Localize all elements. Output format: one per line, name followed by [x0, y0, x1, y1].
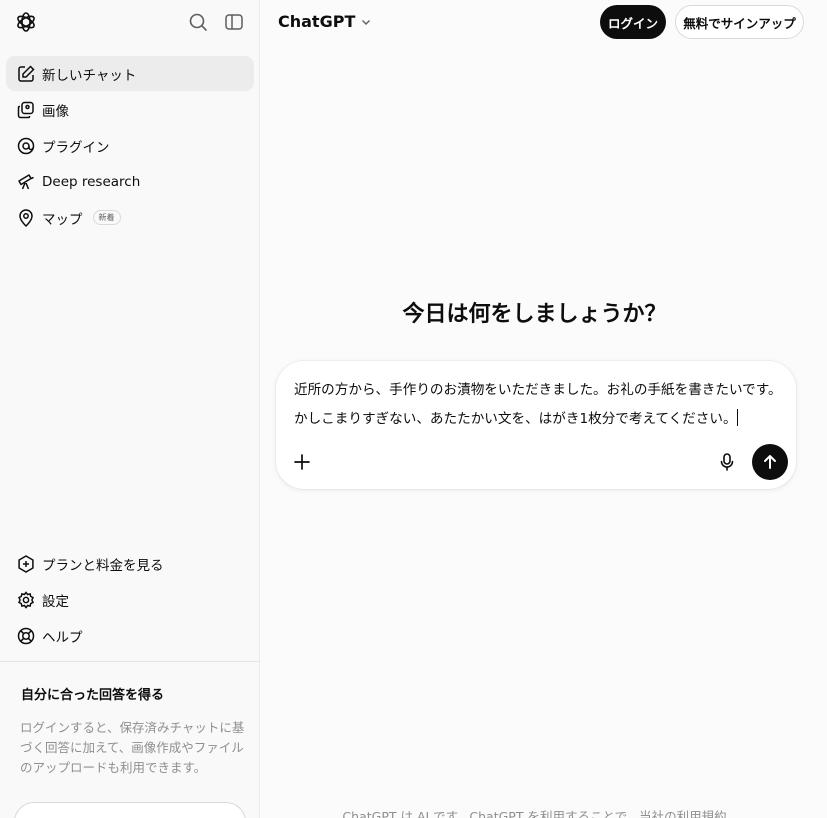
sidebar-item-new-chat[interactable]: 新しいチャット — [6, 56, 254, 91]
gear-icon — [18, 590, 34, 609]
sidebar-item-plans[interactable]: プランと料金を見る — [6, 546, 254, 581]
sidebar-item-label: 設定 — [42, 593, 69, 610]
app-window: 新しいチャット 画像 プラグイン Deep research マップ 新着 プラ… — [0, 0, 827, 818]
sidebar-header — [0, 0, 260, 46]
prompt-text: 近所の方から、手作りのお漬物をいただきました。お礼の手紙を書きたいです。かしこま… — [294, 382, 782, 427]
login-button[interactable]: ログイン — [600, 5, 666, 39]
map-pin-icon — [19, 208, 33, 227]
main-area: ChatGPT ログイン 無料でサインアップ 今日は何をしましょうか？ 近所の方… — [260, 0, 827, 818]
search-icon[interactable] — [187, 11, 209, 33]
sidebar-bottom-nav: プランと料金を見る 設定 ヘルプ — [6, 546, 254, 654]
plugin-icon — [17, 137, 35, 154]
images-icon — [17, 101, 34, 118]
promo-login-button[interactable] — [14, 802, 246, 818]
sidebar-item-settings[interactable]: 設定 — [6, 582, 254, 617]
send-button[interactable] — [752, 444, 788, 480]
sidebar: 新しいチャット 画像 プラグイン Deep research マップ 新着 プラ… — [0, 0, 260, 818]
promo-title: 自分に合った回答を得る — [21, 688, 165, 703]
sidebar-item-label: 画像 — [42, 103, 69, 120]
microphone-icon[interactable] — [716, 451, 738, 473]
sidebar-divider — [0, 661, 260, 662]
sidebar-item-label: マップ — [42, 211, 83, 228]
sidebar-item-label: ヘルプ — [42, 629, 83, 646]
plus-icon[interactable] — [291, 451, 313, 473]
sidebar-item-label: Deep research — [42, 173, 141, 190]
openai-logo-icon[interactable] — [14, 10, 38, 34]
text-caret — [736, 409, 738, 426]
signup-button[interactable]: 無料でサインアップ — [675, 5, 804, 39]
model-selector[interactable]: ChatGPT — [278, 12, 372, 31]
sidebar-toggle-icon[interactable] — [223, 11, 245, 33]
sidebar-item-plugins[interactable]: プラグイン — [6, 128, 254, 163]
sidebar-item-help[interactable]: ヘルプ — [6, 618, 254, 653]
prompt-composer: 近所の方から、手作りのお漬物をいただきました。お礼の手紙を書きたいです。かしこま… — [276, 361, 796, 489]
sidebar-item-maps[interactable]: マップ 新着 — [6, 200, 254, 235]
footer-disclaimer: ChatGPT は AI です。ChatGPT を利用することで、当社の利用規約 — [342, 809, 727, 818]
page-title: 今日は何をしましょうか？ — [402, 302, 667, 327]
arrow-up-icon — [764, 455, 776, 469]
sidebar-item-label: 新しいチャット — [42, 67, 137, 84]
model-name: ChatGPT — [278, 12, 356, 31]
chevron-down-icon — [362, 19, 371, 25]
sidebar-nav: 新しいチャット 画像 プラグイン Deep research マップ 新着 — [6, 56, 254, 236]
new-badge: 新着 — [92, 210, 121, 225]
sidebar-item-label: プラグイン — [42, 139, 110, 156]
sparkle-icon — [18, 554, 34, 573]
sidebar-item-label: プランと料金を見る — [42, 557, 164, 574]
lifebuoy-icon — [17, 627, 35, 644]
prompt-input[interactable]: 近所の方から、手作りのお漬物をいただきました。お礼の手紙を書きたいです。かしこま… — [294, 376, 784, 434]
edit-icon — [18, 64, 35, 82]
sidebar-item-images[interactable]: 画像 — [6, 92, 254, 127]
promo-body: ログインすると、保存済みチャットに基づく回答に加えて、画像作成やファイルのアップ… — [20, 720, 245, 775]
sidebar-item-deep-research[interactable]: Deep research — [6, 164, 254, 199]
telescope-icon — [18, 173, 34, 189]
